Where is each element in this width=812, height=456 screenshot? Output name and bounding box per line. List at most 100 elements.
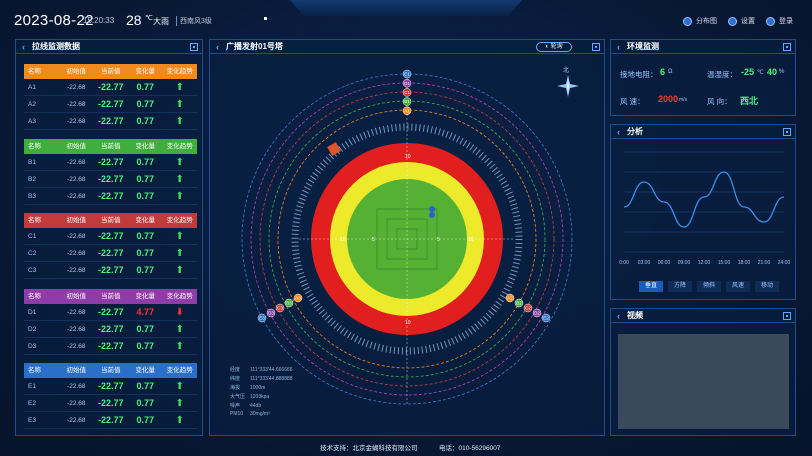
analysis-tab[interactable]: 风速 [726,281,750,292]
svg-text:5: 5 [372,237,375,243]
column-header: 当前值 [101,293,121,300]
arrow-up-icon: ⬆ [175,324,184,335]
table-row[interactable]: C2 -22.68 -22.77 0.77 ⬆ [24,245,197,262]
arrow-up-icon: ⬆ [175,191,184,202]
column-header: 名称 [28,68,41,75]
north-label: 北 [563,68,570,74]
distribution-button[interactable]: 分布图 [683,16,717,26]
x-tick-label: 0:00 [619,260,629,266]
table-row[interactable]: B1 -22.68 -22.77 0.77 ⬆ [24,154,197,171]
table-row[interactable]: D3 -22.68 -22.77 0.77 ⬆ [24,338,197,355]
table-row[interactable]: C3 -22.68 -22.77 0.77 ⬆ [24,262,197,279]
group-c: 名称 初始值 当前值 变化量 变化趋势 C1 -22.68 -22.77 0.77 ⬆ C2 -22.… [24,213,197,279]
analysis-tab[interactable]: 倾斜 [697,281,721,292]
arrow-up-icon: ⬆ [175,265,184,276]
expand-icon[interactable] [783,128,791,136]
cell-delta: 0.77 [136,398,155,408]
expand-icon[interactable] [783,43,791,51]
table-row[interactable]: C1 -22.68 -22.77 0.77 ⬆ [24,228,197,245]
info-row: 噪声 44db [230,402,261,409]
info-key: PM10 [230,411,244,417]
info-key: 大气压 [230,394,246,400]
x-tick-label: 09:00 [678,260,691,266]
column-header: 名称 [28,143,41,150]
x-tick-label: 15:00 [718,260,731,266]
cell-cur: -22.77 [98,174,124,184]
table-row[interactable]: B3 -22.68 -22.77 0.77 ⬆ [24,188,197,205]
cell-cur: -22.77 [98,307,124,317]
arrow-up-icon: ⬆ [175,341,184,352]
marker-label: B1 [404,99,410,104]
expand-icon[interactable] [783,312,791,320]
cell-init: -22.68 [67,118,86,125]
cell-cur: -22.77 [98,381,124,391]
cell-init: -22.68 [67,84,86,91]
x-tick-label: 06:00 [658,260,671,266]
cell-delta: 0.77 [136,99,155,109]
cell-init: -22.68 [67,233,86,240]
poll-toggle[interactable]: ◐ 轮询 [536,42,572,52]
table-row[interactable]: B2 -22.68 -22.77 0.77 ⬆ [24,171,197,188]
table-row[interactable]: A1 -22.68 -22.77 0.77 ⬆ [24,79,197,96]
column-header: 变化量 [135,293,156,300]
expand-icon[interactable] [190,43,198,51]
cell-cur: -22.77 [98,341,124,351]
info-value: 1000m [250,385,266,391]
settings-button[interactable]: 设置 [728,16,755,26]
marker-label: E3 [259,316,265,321]
cell-delta: 0.77 [136,231,155,241]
table-row[interactable]: A3 -22.68 -22.77 0.77 ⬆ [24,113,197,130]
analysis-tab[interactable]: 垂直 [639,281,663,292]
column-header: 变化趋势 [166,293,193,300]
table-row[interactable]: E3 -22.68 -22.77 0.77 ⬆ [24,412,197,429]
wind-dir-label: 风 向： [707,97,732,106]
marker-label: B3 [286,301,292,306]
wind-speed-unit: m/s [679,97,688,103]
marker-label: A1 [404,108,410,113]
column-header: 名称 [28,217,41,224]
info-row: 纬度 111°333'44.888888 [230,375,293,382]
cell-cur: -22.77 [98,265,124,275]
arrow-up-icon: ⬆ [175,415,184,426]
info-key: 纬度 [230,376,241,382]
expand-icon[interactable] [592,43,600,51]
header-title-bar [290,0,522,16]
column-header: 变化趋势 [166,367,193,374]
info-key: 经度 [230,367,241,373]
cell-delta: 0.77 [136,82,155,92]
group-d: 名称 初始值 当前值 变化量 变化趋势 D1 -22.68 -22.77 4.77 ⬇ D2 -22.… [24,289,197,355]
video-area[interactable] [618,334,789,429]
table-row[interactable]: E2 -22.68 -22.77 0.77 ⬆ [24,395,197,412]
group-b: 名称 初始值 当前值 变化量 变化趋势 B1 -22.68 -22.77 0.77 ⬆ B2 -22.… [24,139,197,205]
login-button[interactable]: 登录 [766,16,793,26]
cell-name: D2 [28,326,37,333]
cell-delta: 0.77 [136,116,155,126]
table-row[interactable]: D1 -22.68 -22.77 4.77 ⬇ [24,304,197,321]
analysis-tab[interactable]: 移动 [755,281,779,292]
chevron-left-icon: ‹ [216,42,219,52]
cell-init: -22.68 [67,267,86,274]
table-row[interactable]: D2 -22.68 -22.77 0.77 ⬆ [24,321,197,338]
arrow-down-icon: ⬇ [175,307,184,318]
table-row[interactable]: E1 -22.68 -22.77 0.77 ⬆ [24,378,197,395]
x-tick-label: 03:00 [638,260,651,266]
column-header: 初始值 [66,217,87,224]
column-header: 名称 [28,367,41,374]
analysis-tab[interactable]: 方降 [668,281,692,292]
cell-delta: 0.77 [136,191,155,201]
table-row[interactable]: A2 -22.68 -22.77 0.77 ⬆ [24,96,197,113]
svg-text:10: 10 [405,320,411,326]
temp-value: -25 [741,67,755,77]
info-key: 噪声 [230,403,241,409]
compass-icon [557,75,579,97]
header: 2023-08-22 15:20:33 28 ℃ 大雨 西南风3级 分布图 设置… [0,0,812,36]
time: 15:20:33 [83,16,115,25]
cell-name: B2 [28,176,36,183]
marker-label: A3 [295,296,301,301]
env-panel-title: ‹ 环境监测 [611,40,795,54]
wind-speed-label: 风 速： [620,97,645,106]
cell-delta: 0.77 [136,174,155,184]
marker-label: D2 [534,311,540,316]
group-header: 名称 初始值 当前值 变化量 变化趋势 [24,289,197,304]
cell-name: E2 [28,400,36,407]
